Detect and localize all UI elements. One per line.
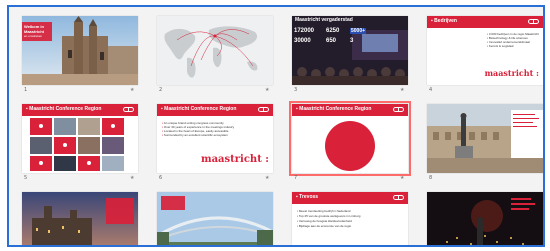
slide-thumbnail-4[interactable]: ▪ Bedrijven 3.000 bedrijven in de regio … [427, 16, 543, 85]
slide-thumbnail-1[interactable]: Welkom in Maastricht en omstreken [22, 16, 138, 85]
slide-number: 6 [159, 175, 163, 181]
red-circle-graphic [325, 121, 375, 171]
title-bar: ▪ Bedrijven [427, 16, 543, 28]
maastricht-wordmark: maastricht : [484, 68, 539, 78]
slide-thumbnail-9[interactable] [22, 192, 138, 245]
slide-1-title: Welkom in Maastricht [24, 24, 45, 34]
maastricht-logo-icon [258, 107, 269, 112]
slide-1-subtitle: en omstreken [24, 34, 43, 38]
transition-icon: ★ [130, 175, 135, 181]
slide-thumbnail-7[interactable]: ▪ Maastricht Conference Region [289, 101, 411, 176]
bullet: Kennis & Logistiek [487, 44, 514, 48]
slide-3-title: Maastricht vergaderstad [295, 17, 353, 23]
slide-thumbnail-12[interactable] [427, 192, 543, 245]
title-bar: ▪ Maastricht Conference Region [157, 104, 273, 116]
stat-value: 3 [350, 38, 354, 44]
slide-number: 2 [159, 87, 163, 93]
slide-thumbnail-2[interactable] [157, 16, 273, 85]
slide-number: 5 [24, 175, 28, 181]
maastricht-logo-icon [123, 107, 134, 112]
slide-thumbnail-3[interactable]: Maastricht vergaderstad 172000 6250 5000… [292, 16, 408, 85]
stat-value: 6250 [326, 28, 340, 34]
transition-icon: ★ [400, 175, 405, 181]
conference-hall-photo [292, 16, 408, 85]
bullet: Meest trendsetting bedrijf in Nederland [297, 209, 351, 213]
transition-icon: ★ [265, 175, 270, 181]
slide-thumbnail-8[interactable] [427, 104, 543, 173]
slide-11-title: ▪ Trevoss [296, 194, 319, 200]
title-bar: ▪ Trevoss [292, 192, 408, 204]
slide-number: 7 [294, 175, 298, 181]
text-overlay [161, 196, 185, 210]
bullet: Verreweg de hoogste klanttevredenheid [297, 219, 352, 223]
bullet: Bijdrage aan de economie van de regio [297, 224, 351, 228]
text-overlay [106, 198, 134, 224]
slide-sorter: Welkom in Maastricht en omstreken 1 ★ 2 … [7, 5, 545, 247]
title-bar: ▪ Maastricht Conference Region [22, 104, 138, 116]
slide-thumbnail-6[interactable]: ▪ Maastricht Conference Region An unique… [157, 104, 273, 173]
bullet: Top 25 van de grootste werkgevers in Lim… [297, 214, 361, 218]
slide-7-title: ▪ Maastricht Conference Region [296, 106, 372, 112]
stat-value: 30000 [294, 38, 311, 44]
maastricht-logo-icon [528, 19, 539, 24]
image-grid [30, 118, 124, 171]
slide-6-title: ▪ Maastricht Conference Region [161, 106, 237, 112]
maastricht-wordmark: maastricht : [200, 154, 269, 165]
transition-icon: ★ [130, 87, 135, 93]
maastricht-logo-icon [393, 107, 404, 112]
slide-number: 8 [429, 175, 433, 181]
bullet: Surrounded by an excellent scientific ec… [162, 133, 228, 137]
slide-thumbnail-10[interactable] [157, 192, 273, 245]
maastricht-logo-icon [393, 195, 404, 200]
slide-4-title: ▪ Bedrijven [431, 18, 457, 24]
slide-number: 4 [429, 87, 433, 93]
stat-value: 650 [326, 38, 337, 44]
stat-value: 5000+ [350, 28, 367, 34]
stat-value: 172000 [294, 28, 315, 34]
world-map-image [157, 16, 273, 85]
transition-icon: ★ [265, 87, 270, 93]
slide-number: 3 [294, 87, 298, 93]
slide-1-title-box: Welkom in Maastricht en omstreken [22, 22, 52, 41]
transition-icon: ★ [400, 87, 405, 93]
slide-number: 1 [24, 87, 28, 93]
slide-thumbnail-5[interactable]: ▪ Maastricht Conference Region [22, 104, 138, 173]
slide-thumbnail-11[interactable]: ▪ Trevoss Meest trendsetting bedrijf in … [292, 192, 408, 245]
title-bar: ▪ Maastricht Conference Region [292, 104, 408, 116]
slide-5-title: ▪ Maastricht Conference Region [26, 106, 102, 112]
